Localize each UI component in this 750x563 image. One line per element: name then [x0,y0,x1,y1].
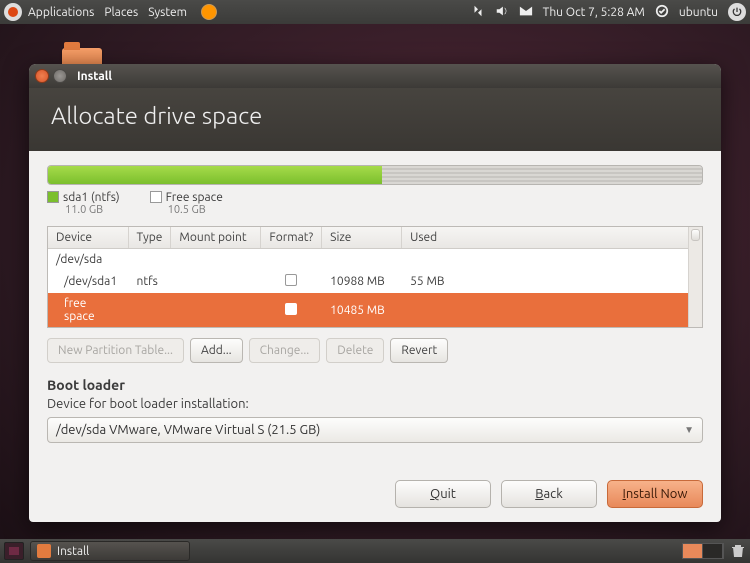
change-button: Change... [249,338,321,363]
table-row[interactable]: /dev/sda [48,249,702,271]
col-device[interactable]: Device [48,227,128,249]
trash-icon[interactable] [730,542,746,561]
add-button[interactable]: Add... [190,338,243,363]
menu-places[interactable]: Places [104,6,138,19]
ubuntu-logo-icon[interactable] [4,3,22,21]
usage-segment-sda1 [48,166,382,184]
format-checkbox[interactable] [285,303,297,315]
table-row[interactable]: /dev/sda1 ntfs 10988 MB 55 MB [48,270,702,293]
bootloader-device-select[interactable]: /dev/sda VMware, VMware Virtual S (21.5 … [47,417,703,443]
revert-button[interactable]: Revert [390,338,448,363]
legend-item-free: Free space 10.5 GB [150,191,223,216]
col-size[interactable]: Size [322,227,402,249]
usage-segment-free [382,166,702,184]
bootloader-label: Device for boot loader installation: [47,397,703,411]
partition-table: Device Type Mount point Format? Size Use… [47,226,703,328]
window-minimize-button[interactable] [53,69,67,83]
quit-button[interactable]: Quit [395,480,491,508]
install-now-button[interactable]: Install Now [607,480,703,508]
col-format[interactable]: Format? [261,227,322,249]
installer-icon [37,544,51,558]
username[interactable]: ubuntu [679,6,718,19]
usage-legend: sda1 (ntfs) 11.0 GB Free space 10.5 GB [47,191,703,216]
mail-icon[interactable] [519,4,533,21]
taskbar-item-install[interactable]: Install [30,541,190,561]
bootloader-heading: Boot loader [47,377,703,393]
page-title: Allocate drive space [29,88,721,151]
show-desktop-button[interactable] [4,542,24,560]
top-panel: Applications Places System Thu Oct 7, 5:… [0,0,750,24]
window-close-button[interactable] [35,69,49,83]
volume-icon[interactable] [495,4,509,21]
clock[interactable]: Thu Oct 7, 5:28 AM [543,6,645,19]
chevron-down-icon: ▼ [684,424,694,436]
new-partition-table-button: New Partition Table... [47,338,184,363]
col-type[interactable]: Type [128,227,171,249]
format-checkbox[interactable] [285,274,297,286]
scrollbar[interactable] [688,227,702,327]
installer-window: Install Allocate drive space sda1 (ntfs)… [29,64,721,522]
delete-button: Delete [326,338,384,363]
back-button[interactable]: Back [501,480,597,508]
col-used[interactable]: Used [402,227,702,249]
menu-system[interactable]: System [148,6,187,19]
workspace-switcher[interactable] [682,543,724,559]
window-title: Install [77,70,112,83]
menu-applications[interactable]: Applications [28,6,94,19]
table-row-selected[interactable]: free space 10485 MB [48,293,702,327]
disk-usage-bar [47,165,703,185]
legend-item-sda1: sda1 (ntfs) 11.0 GB [47,191,120,216]
power-icon[interactable] [728,3,746,21]
system-tray: Thu Oct 7, 5:28 AM ubuntu [471,3,746,21]
session-icon[interactable] [655,4,669,21]
col-mount[interactable]: Mount point [171,227,261,249]
bottom-panel: Install [0,539,750,563]
firefox-icon[interactable] [201,4,217,20]
window-titlebar[interactable]: Install [29,64,721,88]
network-icon[interactable] [471,4,485,21]
